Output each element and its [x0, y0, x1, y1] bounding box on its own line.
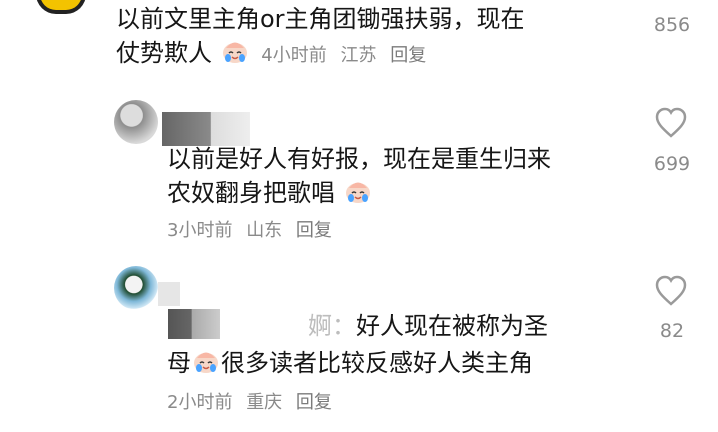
comment-line: 农奴翻身把歌唱: [167, 176, 551, 215]
comment-line-text: 仗势欺人: [116, 39, 212, 67]
crying-laughing-peach-emoji: [220, 38, 250, 75]
reply-button[interactable]: 回复: [390, 45, 426, 66]
like-count: 82: [659, 320, 685, 342]
comment-meta: 2小时前 重庆 回复: [167, 388, 340, 414]
comment-time: 3小时前: [167, 220, 233, 241]
crying-laughing-peach-emoji: [343, 178, 373, 215]
comment-line: 好人现在被称为圣: [356, 312, 548, 340]
comment-location: 山东: [246, 220, 283, 241]
like-button[interactable]: [654, 275, 688, 311]
like-count: 699: [653, 153, 691, 175]
avatar[interactable]: [114, 100, 158, 144]
comment-line-text: 农奴翻身把歌唱: [167, 179, 335, 207]
comment-line: 以前文里主角or主角团锄强扶弱，现在: [116, 5, 525, 33]
comment-line: 仗势欺人 4小时前 江苏 回复: [116, 36, 525, 75]
reply-prefix: 婀：: [308, 312, 356, 340]
crying-laughing-peach-emoji: [191, 348, 221, 385]
comment-text: 以前是好人有好报，现在是重生归来 农奴翻身把歌唱: [167, 142, 551, 215]
comment-meta: 3小时前 山东 回复: [167, 216, 340, 242]
like-button[interactable]: [654, 107, 688, 143]
comment-time: 2小时前: [167, 392, 233, 413]
comment-text: 以前文里主角or主角团锄强扶弱，现在 仗势欺人 4小时前 江苏 回复: [116, 2, 525, 75]
comment-time: 4小时前: [261, 45, 327, 66]
comment-line-start: 母: [167, 349, 191, 377]
avatar[interactable]: [114, 266, 158, 310]
heart-outline-icon: [655, 275, 687, 306]
comment-line: 以前是好人有好报，现在是重生归来: [167, 145, 551, 173]
comment-text: 母 很多读者比较反感好人类主角: [167, 346, 533, 385]
comment-meta: 4小时前 江苏 回复: [261, 45, 434, 66]
reply-button[interactable]: 回复: [296, 220, 332, 241]
avatar[interactable]: [36, 0, 86, 14]
comment-line-end: 很多读者比较反感好人类主角: [221, 349, 533, 377]
reply-button[interactable]: 回复: [296, 392, 332, 413]
comment-location: 重庆: [246, 392, 283, 413]
username[interactable]: [162, 112, 250, 146]
comment-location: 江苏: [340, 45, 377, 66]
like-count: 856: [653, 14, 691, 36]
username[interactable]: [168, 309, 220, 339]
comment-text: 婀：好人现在被称为圣: [308, 309, 548, 343]
heart-outline-icon: [655, 107, 687, 138]
username-placeholder[interactable]: [158, 282, 180, 306]
